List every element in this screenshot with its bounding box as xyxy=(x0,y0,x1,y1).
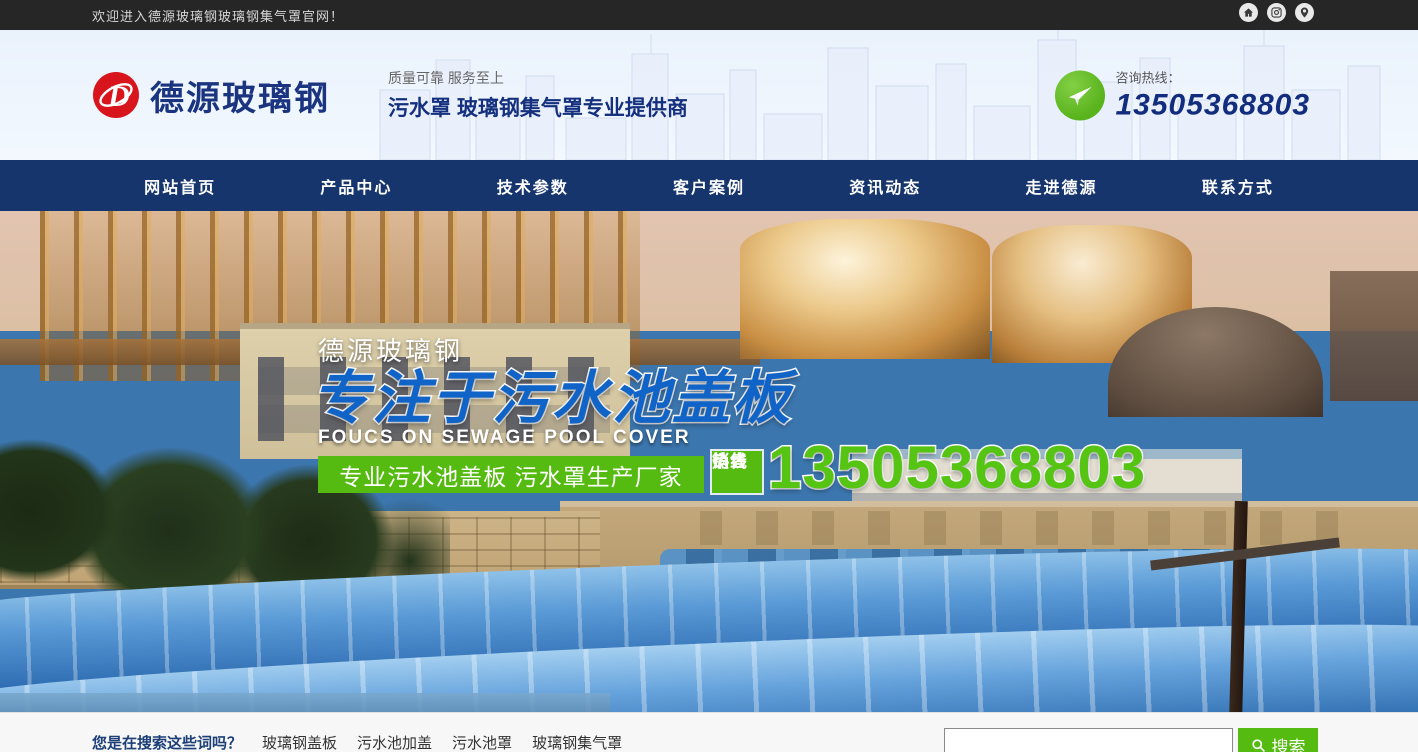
hotline-text: 咨询热线： 13505368803 xyxy=(1115,68,1310,123)
nav-item-contact[interactable]: 联系方式 xyxy=(1150,160,1326,211)
hero-photo-tank xyxy=(740,219,990,359)
paper-plane-icon xyxy=(1055,70,1105,120)
nav-item-news[interactable]: 资讯动态 xyxy=(797,160,973,211)
camera-icon[interactable] xyxy=(1267,3,1286,22)
header-inner: D 德源玻璃钢 质量可靠 服务至上 污水罩 玻璃钢集气罩专业提供商 咨询热线： … xyxy=(0,30,1418,160)
logo-text: 德源玻璃钢 xyxy=(150,71,330,120)
welcome-text: 欢迎进入德源玻璃钢玻璃钢集气罩官网！ xyxy=(92,6,344,25)
main-nav: 网站首页 产品中心 技术参数 客户案例 资讯动态 走进德源 联系方式 xyxy=(0,160,1418,211)
hero-banner: 德源玻璃钢 专注于污水池盖板 FOUCS ON SEWAGE POOL COVE… xyxy=(0,211,1418,712)
search-icon xyxy=(1251,738,1266,752)
slogan: 质量可靠 服务至上 污水罩 玻璃钢集气罩专业提供商 xyxy=(388,68,688,122)
nav-item-specs[interactable]: 技术参数 xyxy=(445,160,621,211)
hero-sales-label: 销售 热线 xyxy=(712,451,762,493)
topbar: 欢迎进入德源玻璃钢玻璃钢集气罩官网！ xyxy=(0,0,1418,30)
nav-item-home[interactable]: 网站首页 xyxy=(92,160,268,211)
nav-item-products[interactable]: 产品中心 xyxy=(268,160,444,211)
hero-badge: 专业污水池盖板 污水罩生产厂家 xyxy=(318,456,704,493)
search-button-label: 搜索 xyxy=(1272,733,1306,752)
page: 欢迎进入德源玻璃钢玻璃钢集气罩官网！ xyxy=(0,0,1418,752)
hero-headline: 专注于污水池盖板 xyxy=(312,351,792,435)
home-icon[interactable] xyxy=(1239,3,1258,22)
hotline: 咨询热线： 13505368803 xyxy=(1055,68,1310,123)
header: D 德源玻璃钢 质量可靠 服务至上 污水罩 玻璃钢集气罩专业提供商 咨询热线： … xyxy=(0,30,1418,160)
search-strip: 您是在搜索这些词吗？ 玻璃钢盖板 污水池加盖 污水池罩 玻璃钢集气罩 搜索 xyxy=(0,712,1418,752)
nav-item-about[interactable]: 走进德源 xyxy=(973,160,1149,211)
search-input[interactable] xyxy=(944,728,1233,752)
hotline-number: 13505368803 xyxy=(1115,89,1310,123)
keyword-link[interactable]: 污水池罩 xyxy=(452,732,512,752)
hero-photo-wall-markings xyxy=(700,511,1360,545)
keyword-link[interactable]: 污水池加盖 xyxy=(357,732,432,752)
search-prompt: 您是在搜索这些词吗？ xyxy=(92,732,242,752)
search-button[interactable]: 搜索 xyxy=(1238,728,1318,752)
keyword-link[interactable]: 玻璃钢集气罩 xyxy=(532,732,622,752)
hero-sales-number: 13505368803 xyxy=(768,433,1146,502)
search-keywords: 您是在搜索这些词吗？ 玻璃钢盖板 污水池加盖 污水池罩 玻璃钢集气罩 xyxy=(92,732,622,752)
logo[interactable]: D 德源玻璃钢 xyxy=(92,71,330,120)
keyword-link[interactable]: 玻璃钢盖板 xyxy=(262,732,337,752)
hotline-label: 咨询热线： xyxy=(1115,68,1310,87)
hero-photo-blue-cover-row xyxy=(0,693,610,712)
slogan-small: 质量可靠 服务至上 xyxy=(388,68,688,88)
hero-sales-label-line2: 热线 xyxy=(712,451,748,472)
location-icon[interactable] xyxy=(1295,3,1314,22)
logo-icon: D xyxy=(92,71,140,119)
topbar-social-icons xyxy=(1239,3,1314,22)
nav-item-cases[interactable]: 客户案例 xyxy=(621,160,797,211)
hero-subline: FOUCS ON SEWAGE POOL COVER xyxy=(318,427,691,449)
hero-photo-building xyxy=(1330,271,1418,401)
slogan-large: 污水罩 玻璃钢集气罩专业提供商 xyxy=(388,92,688,122)
